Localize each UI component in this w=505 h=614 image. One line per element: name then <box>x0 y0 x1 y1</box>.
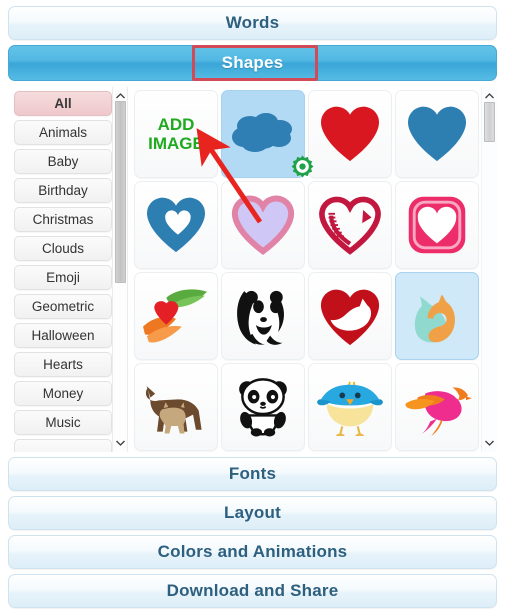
category-label: Emoji <box>46 270 80 285</box>
hands-heart-icon <box>143 289 208 343</box>
category-label: Baby <box>47 154 79 169</box>
shape-thumb-crimson-swirl-heart[interactable] <box>308 181 392 269</box>
shape-thumb-blue-yellow-bird[interactable] <box>308 363 392 451</box>
shapes-content: All Animals Baby Birthday Christmas Clou… <box>8 87 497 452</box>
category-item-geometric[interactable]: Geometric <box>14 294 112 319</box>
category-item-baby[interactable]: Baby <box>14 149 112 174</box>
category-label: Halloween <box>31 328 95 343</box>
accordion-section-fonts[interactable]: Fonts <box>8 457 497 491</box>
shape-thumb-cat-in-heart[interactable] <box>308 272 392 360</box>
scroll-thumb[interactable] <box>115 101 126 283</box>
category-item-all[interactable]: All <box>14 91 112 116</box>
shapes-editor-panel: Words Shapes All Animals Baby Birthday C… <box>0 0 505 614</box>
accordion-section-layout[interactable]: Layout <box>8 496 497 530</box>
category-label: Christmas <box>32 212 94 227</box>
accordion-label-download-and-share: Download and Share <box>166 581 339 600</box>
heart-swirl-icon <box>319 196 381 255</box>
heart-outline-icon <box>231 195 295 255</box>
heart-icon <box>407 106 467 162</box>
add-image-label: ADD IMAGE <box>148 114 204 153</box>
panda-logo-icon <box>237 290 285 345</box>
category-sidebar: All Animals Baby Birthday Christmas Clou… <box>8 87 130 452</box>
category-item-partial[interactable] <box>14 439 112 452</box>
accordion-section-words[interactable]: Words <box>8 6 497 40</box>
scroll-down-icon[interactable] <box>113 436 127 450</box>
heart-badge-icon <box>408 196 466 254</box>
shape-thumb-cat-and-dog-silhouette[interactable] <box>395 272 479 360</box>
category-label: Animals <box>38 125 87 140</box>
category-item-money[interactable]: Money <box>14 381 112 406</box>
category-label: Birthday <box>38 183 88 198</box>
category-item-hearts[interactable]: Hearts <box>14 352 112 377</box>
dog-cat-icon <box>145 386 202 434</box>
cat-heart-icon <box>320 289 380 346</box>
shape-thumb-pink-outline-heart[interactable] <box>221 181 305 269</box>
scroll-thumb[interactable] <box>484 102 495 142</box>
category-label: Geometric <box>31 299 95 314</box>
category-label: Clouds <box>41 241 85 256</box>
accordion-label-words: Words <box>225 13 280 32</box>
scroll-up-icon[interactable] <box>482 89 497 103</box>
shape-thumb-wwf-panda-logo[interactable] <box>221 272 305 360</box>
category-label: Music <box>45 415 81 430</box>
category-scrollbar[interactable] <box>112 87 128 452</box>
cat-dog-icon <box>414 294 455 343</box>
shape-thumb-red-heart[interactable] <box>308 90 392 178</box>
shape-thumb-pink-orange-bird[interactable] <box>395 363 479 451</box>
heart-cutout-icon <box>146 197 206 253</box>
shape-grid-scrollbar[interactable] <box>481 87 497 452</box>
category-item-animals[interactable]: Animals <box>14 120 112 145</box>
accordion-label-layout: Layout <box>224 503 281 522</box>
accordion-section-colors-and-animations[interactable]: Colors and Animations <box>8 535 497 569</box>
category-item-emoji[interactable]: Emoji <box>14 265 112 290</box>
category-item-clouds[interactable]: Clouds <box>14 236 112 261</box>
shape-thumb-add-image[interactable]: ADD IMAGE <box>134 90 218 178</box>
category-item-christmas[interactable]: Christmas <box>14 207 112 232</box>
panda-cartoon-icon <box>239 378 287 437</box>
accordion-label-colors-and-animations: Colors and Animations <box>157 542 348 561</box>
shape-thumb-blue-heart[interactable] <box>395 90 479 178</box>
scroll-down-icon[interactable] <box>482 436 497 450</box>
category-list[interactable]: All Animals Baby Birthday Christmas Clou… <box>8 87 112 452</box>
category-item-music[interactable]: Music <box>14 410 112 435</box>
bird-flying-icon <box>405 387 472 436</box>
category-label: Money <box>42 386 84 401</box>
cloud-icon <box>232 113 292 152</box>
accordion-section-download-and-share[interactable]: Download and Share <box>8 574 497 608</box>
shape-thumb-pink-square-heart[interactable] <box>395 181 479 269</box>
shape-thumb-hands-holding-heart[interactable] <box>134 272 218 360</box>
bird-chick-icon <box>317 381 383 436</box>
accordion-label-fonts: Fonts <box>228 464 277 483</box>
category-item-halloween[interactable]: Halloween <box>14 323 112 348</box>
accordion-section-shapes[interactable]: Shapes <box>8 45 497 81</box>
category-label: Hearts <box>43 357 83 372</box>
shape-grid[interactable]: ADD IMAGE <box>130 87 481 452</box>
shape-thumb-cartoon-panda[interactable] <box>221 363 305 451</box>
heart-icon <box>320 106 380 162</box>
accordion-label-shapes: Shapes <box>221 53 284 72</box>
shape-thumb-blue-double-heart[interactable] <box>134 181 218 269</box>
category-label: All <box>54 96 72 111</box>
shape-thumb-dog-and-cat[interactable] <box>134 363 218 451</box>
shape-thumb-cloud[interactable] <box>221 90 305 178</box>
category-item-birthday[interactable]: Birthday <box>14 178 112 203</box>
shape-grid-area: ADD IMAGE <box>130 87 497 452</box>
